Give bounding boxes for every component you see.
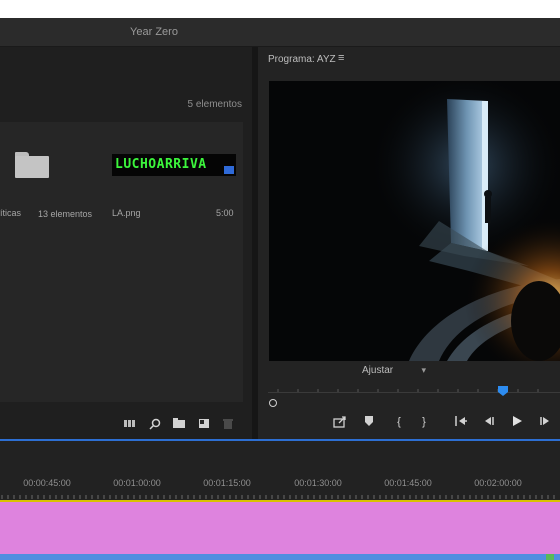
project-toolbar xyxy=(0,412,243,436)
step-forward-icon[interactable] xyxy=(538,415,552,429)
timeline-clip[interactable] xyxy=(0,502,560,554)
play-icon[interactable] xyxy=(510,415,524,429)
item-meta-3: 5:00 xyxy=(216,208,234,218)
timecode-label: 00:01:15:00 xyxy=(203,478,251,488)
step-back-icon[interactable] xyxy=(482,415,496,429)
scrub-bar[interactable] xyxy=(268,389,560,397)
timecode-label: 00:02:00:00 xyxy=(474,478,522,488)
trash-icon[interactable] xyxy=(222,418,234,429)
program-title[interactable]: Programa: AYZ xyxy=(268,54,336,65)
window-title: Year Zero xyxy=(130,26,178,38)
chevron-down-icon: ▾ xyxy=(421,365,426,375)
hamburger-menu-icon[interactable]: ≡ xyxy=(338,52,344,64)
item-name-1[interactable]: íticas xyxy=(0,208,21,218)
track-indicator xyxy=(546,554,554,560)
title-bar: Year Zero xyxy=(0,18,560,47)
mark-out-icon[interactable]: } xyxy=(417,415,431,429)
timecode-label: 00:01:00:00 xyxy=(113,478,161,488)
mark-in-icon[interactable]: { xyxy=(392,415,406,429)
ruler-ticks xyxy=(1,495,555,499)
fit-label: Ajustar xyxy=(362,365,394,376)
item-count: 5 elementos xyxy=(187,99,242,110)
playhead[interactable] xyxy=(498,386,508,396)
item-meta-2: 13 elementos xyxy=(38,209,93,219)
in-point-marker[interactable] xyxy=(269,399,277,407)
search-icon[interactable] xyxy=(149,418,161,430)
new-item-icon[interactable] xyxy=(198,418,210,429)
freeform-view-icon[interactable] xyxy=(124,418,136,429)
timecode-label: 00:01:30:00 xyxy=(294,478,342,488)
audio-track[interactable] xyxy=(0,554,560,560)
image-thumbnail[interactable]: LUCHOARRIVA xyxy=(112,154,236,176)
video-frame xyxy=(269,81,560,361)
image-badge-icon xyxy=(224,166,234,174)
fit-dropdown[interactable]: Ajustar ▾ xyxy=(362,365,428,379)
project-grid: LUCHOARRIVA íticas 13 elementos LA.png 5… xyxy=(0,122,243,402)
timecode-label: 00:00:45:00 xyxy=(23,478,71,488)
go-to-in-icon[interactable] xyxy=(454,415,468,429)
add-marker-icon[interactable] xyxy=(362,415,376,429)
timecode-label: 00:01:45:00 xyxy=(384,478,432,488)
new-bin-icon[interactable] xyxy=(173,418,185,429)
transport-controls: { } xyxy=(320,412,560,434)
item-name-3[interactable]: LA.png xyxy=(112,208,141,218)
top-strip xyxy=(0,0,560,18)
folder-icon[interactable] xyxy=(15,152,49,178)
scrub-ticks xyxy=(277,389,539,392)
export-frame-icon[interactable] xyxy=(333,415,347,429)
thumbnail-text: LUCHOARRIVA xyxy=(115,157,207,172)
